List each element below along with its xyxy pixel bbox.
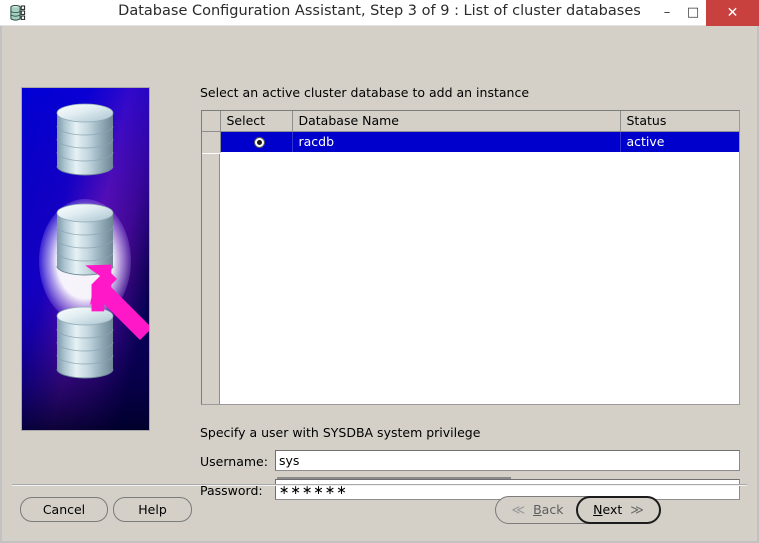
cluster-databases-table[interactable]: Select Database Name Status racdb active [201, 110, 740, 405]
table-row[interactable]: racdb active [202, 131, 739, 153]
minimize-icon: – [663, 5, 671, 20]
table-row-header-filler [202, 154, 220, 404]
cell-database-name: racdb [292, 131, 621, 152]
maximize-button[interactable]: □ [680, 0, 706, 26]
close-button[interactable]: ✕ [706, 0, 759, 26]
table-header-row: Select Database Name Status [202, 111, 739, 132]
next-button[interactable]: Next ≫ [576, 496, 661, 524]
minimize-button[interactable]: – [654, 0, 680, 26]
maximize-icon: □ [686, 5, 700, 20]
title-bar: Database Configuration Assistant, Step 3… [0, 0, 759, 26]
column-header-status[interactable]: Status [620, 111, 739, 132]
footer-separator [12, 484, 747, 486]
back-button-label-rest: ack [541, 502, 564, 517]
username-label: Username: [200, 454, 268, 469]
username-input[interactable] [275, 450, 740, 471]
cluster-databases-illustration [21, 87, 150, 431]
row-select-radio[interactable] [220, 131, 293, 152]
database-cylinder-2-highlighted [56, 203, 114, 276]
window-title: Database Configuration Assistant, Step 3… [118, 3, 641, 19]
back-button[interactable]: ≪ Back [498, 498, 577, 522]
column-header-database-name[interactable]: Database Name [292, 111, 621, 132]
next-button-label-rest: ext [602, 502, 623, 517]
help-button[interactable]: Help [113, 497, 192, 522]
cancel-button[interactable]: Cancel [20, 497, 108, 522]
database-cylinder-3 [56, 306, 114, 379]
dialog-body: Select an active cluster database to add… [0, 26, 759, 543]
back-button-mnemonic: B [533, 502, 542, 517]
cell-status: active [620, 131, 739, 152]
column-header-select[interactable]: Select [220, 111, 293, 132]
close-icon: ✕ [726, 5, 739, 21]
credentials-section-label: Specify a user with SYSDBA system privil… [200, 425, 481, 440]
chevron-left-icon: ≪ [511, 503, 526, 518]
radio-selected-icon[interactable] [253, 137, 265, 149]
next-button-mnemonic: N [593, 502, 603, 517]
navigation-button-group: ≪ Back Next ≫ [495, 496, 661, 524]
row-handle[interactable] [202, 131, 221, 153]
chevron-right-icon: ≫ [630, 503, 644, 518]
instruction-label: Select an active cluster database to add… [200, 85, 530, 100]
row-header-corner [202, 111, 221, 132]
databases-grid: Select Database Name Status racdb active [202, 111, 739, 153]
database-configuration-assistant-window: Database Configuration Assistant, Step 3… [0, 0, 759, 543]
database-cylinder-1 [56, 103, 114, 176]
